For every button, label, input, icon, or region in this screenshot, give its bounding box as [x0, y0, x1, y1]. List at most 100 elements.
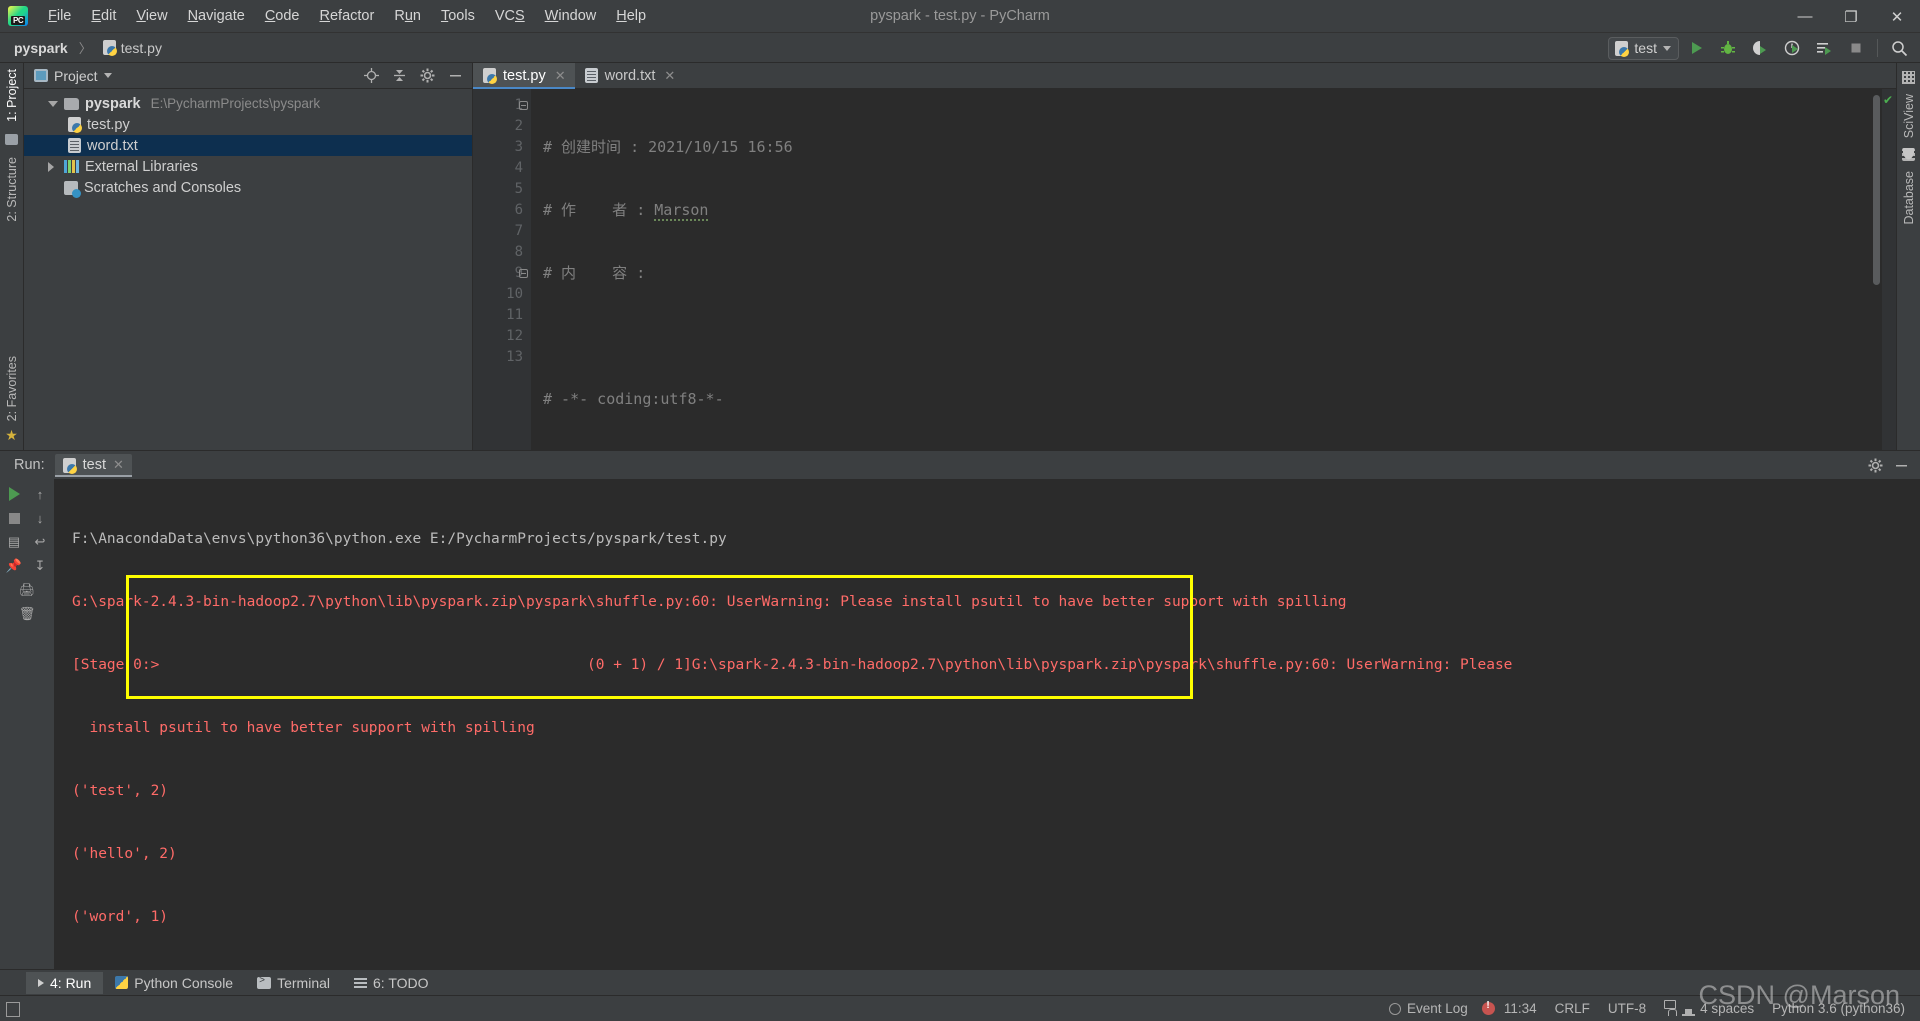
- code-content[interactable]: # 创建时间 : 2021/10/15 16:56 # 作 者 : Marson…: [531, 89, 1882, 450]
- editor-marker-strip[interactable]: ✔: [1882, 89, 1896, 450]
- status-encoding[interactable]: UTF-8: [1599, 1001, 1655, 1016]
- stop-button[interactable]: [3, 507, 25, 529]
- menu-help[interactable]: Help: [606, 5, 656, 27]
- window-title: pyspark - test.py - PyCharm: [870, 8, 1050, 24]
- menu-refactor[interactable]: Refactor: [310, 5, 385, 27]
- tool-window-todo[interactable]: 6: TODO: [342, 972, 441, 994]
- status-line-separator[interactable]: CRLF: [1546, 1001, 1599, 1016]
- breadcrumb: pyspark 〉 test.py: [14, 38, 162, 57]
- editor-scrollbar[interactable]: [1873, 95, 1880, 285]
- hide-panel-icon[interactable]: [1890, 454, 1912, 476]
- run-configuration-selector[interactable]: test: [1608, 36, 1679, 60]
- tool-window-python-console[interactable]: Python Console: [103, 972, 245, 994]
- fold-region-icon[interactable]: [519, 269, 528, 278]
- tree-path: E:\PycharmProjects\pyspark: [150, 96, 321, 111]
- tab-word-txt[interactable]: word.txt ✕: [575, 63, 685, 88]
- menu-tools[interactable]: Tools: [431, 5, 485, 27]
- tree-row-external-libraries[interactable]: External Libraries: [24, 156, 472, 177]
- run-side-row-6: 🗑: [16, 603, 38, 625]
- menu-edit[interactable]: Edit: [81, 5, 126, 27]
- database-icon: [1902, 148, 1915, 162]
- code-line-5: # -*- coding:utf8-*-: [543, 390, 724, 408]
- run-with-coverage-button[interactable]: [1745, 35, 1775, 61]
- gear-icon[interactable]: [416, 65, 438, 87]
- status-indent[interactable]: 4 spaces: [1691, 1001, 1763, 1016]
- minimize-button[interactable]: —: [1782, 0, 1828, 33]
- expand-all-icon[interactable]: ▤: [3, 531, 25, 553]
- rerun-button[interactable]: [3, 483, 25, 505]
- menu-navigate[interactable]: Navigate: [178, 5, 255, 27]
- tool-window-run[interactable]: 4: Run: [26, 971, 104, 994]
- menu-window[interactable]: Window: [535, 5, 607, 27]
- close-button[interactable]: ✕: [1874, 0, 1920, 33]
- toolbar-divider: [1877, 39, 1878, 57]
- search-everywhere-icon[interactable]: [1884, 35, 1914, 61]
- tool-window-terminal[interactable]: Terminal: [245, 972, 342, 994]
- tree-row-wordtxt[interactable]: word.txt: [24, 135, 472, 156]
- menu-vcs[interactable]: VCS: [485, 5, 535, 27]
- sidebar-item-project[interactable]: 1: Project: [5, 63, 19, 128]
- expand-arrow-slot[interactable]: [48, 100, 58, 107]
- run-tests-button[interactable]: [1809, 35, 1839, 61]
- tree-row-testpy[interactable]: test.py: [24, 114, 472, 135]
- main-area: 1: Project 2: Structure 2: Favorites ★ P…: [0, 63, 1920, 450]
- editor-area: test.py ✕ word.txt ✕ 1 2 3 4 5 6 7 8 9 1…: [473, 63, 1896, 450]
- show-tool-windows-icon[interactable]: [6, 1002, 20, 1017]
- fold-region-icon[interactable]: [519, 101, 528, 110]
- sidebar-item-sciview[interactable]: SciView: [1902, 88, 1916, 144]
- inspection-ok-icon: ✔: [1883, 93, 1894, 107]
- collapse-all-icon[interactable]: [388, 65, 410, 87]
- line-number: 7: [514, 223, 523, 239]
- chevron-down-icon[interactable]: [103, 73, 112, 78]
- print-icon[interactable]: 🖨: [16, 579, 38, 601]
- tree-row-scratches[interactable]: Scratches and Consoles: [24, 177, 472, 198]
- close-icon[interactable]: ✕: [555, 68, 566, 84]
- debug-button[interactable]: [1713, 35, 1743, 61]
- tool-window-label: 4: Run: [50, 974, 92, 991]
- profile-button[interactable]: [1777, 35, 1807, 61]
- locate-target-icon[interactable]: [360, 65, 382, 87]
- menu-bar[interactable]: File Edit View Navigate Code Refactor Ru…: [38, 5, 656, 27]
- run-console-output[interactable]: F:\AnacondaData\envs\python36\python.exe…: [54, 479, 1920, 969]
- close-icon[interactable]: ✕: [664, 68, 675, 84]
- run-button[interactable]: [1681, 35, 1711, 61]
- stop-button[interactable]: [1841, 35, 1871, 61]
- pin-icon[interactable]: 📌: [3, 555, 25, 577]
- breadcrumb-project[interactable]: pyspark: [14, 40, 68, 56]
- wrap-text-icon[interactable]: ↩: [29, 531, 51, 553]
- maximize-button[interactable]: ❐: [1828, 0, 1874, 33]
- menu-file[interactable]: File: [38, 5, 81, 27]
- run-side-row-2: ↓: [3, 507, 51, 529]
- chevron-down-icon: [48, 100, 58, 107]
- star-icon[interactable]: ★: [5, 427, 18, 444]
- sidebar-item-favorites[interactable]: 2: Favorites: [5, 350, 19, 427]
- close-icon[interactable]: ✕: [113, 457, 124, 473]
- event-log-button[interactable]: Event Log: [1389, 1001, 1482, 1016]
- python-console-icon: [115, 976, 129, 989]
- breadcrumb-file[interactable]: test.py: [121, 40, 162, 56]
- code-editor[interactable]: 1 2 3 4 5 6 7 8 9 10 11 12 13 # 创建时间: 2…: [473, 89, 1896, 450]
- project-panel-header: Project: [24, 63, 472, 89]
- tree-label: word.txt: [87, 137, 138, 154]
- status-bar-right: Event Log 11:34 CRLF UTF-8 4 spaces Pyth…: [1389, 1000, 1914, 1016]
- tab-test-py[interactable]: test.py ✕: [473, 63, 575, 89]
- trash-icon[interactable]: 🗑: [16, 603, 38, 625]
- menu-run[interactable]: Run: [384, 5, 431, 27]
- run-tab-test[interactable]: test ✕: [54, 454, 133, 477]
- scroll-up-icon[interactable]: ↑: [29, 483, 51, 505]
- status-interpreter[interactable]: Python 3.6 (python36): [1763, 1001, 1914, 1016]
- expand-arrow-slot[interactable]: [48, 161, 58, 172]
- python-file-icon: [483, 68, 497, 84]
- hide-panel-icon[interactable]: [444, 65, 466, 87]
- sidebar-item-database[interactable]: Database: [1902, 165, 1916, 231]
- gear-icon[interactable]: [1864, 454, 1886, 476]
- editor-tabs: test.py ✕ word.txt ✕: [473, 63, 1896, 89]
- menu-view[interactable]: View: [126, 5, 177, 27]
- tree-row-pyspark[interactable]: pyspark E:\PycharmProjects\pyspark: [24, 93, 472, 114]
- scroll-down-icon[interactable]: ↓: [29, 507, 51, 529]
- scroll-to-end-icon[interactable]: ↧: [29, 555, 51, 577]
- inspection-error-icon[interactable]: [1481, 1000, 1495, 1015]
- sciview-icon: [1902, 71, 1915, 84]
- sidebar-item-structure[interactable]: 2: Structure: [5, 151, 19, 228]
- menu-code[interactable]: Code: [255, 5, 310, 27]
